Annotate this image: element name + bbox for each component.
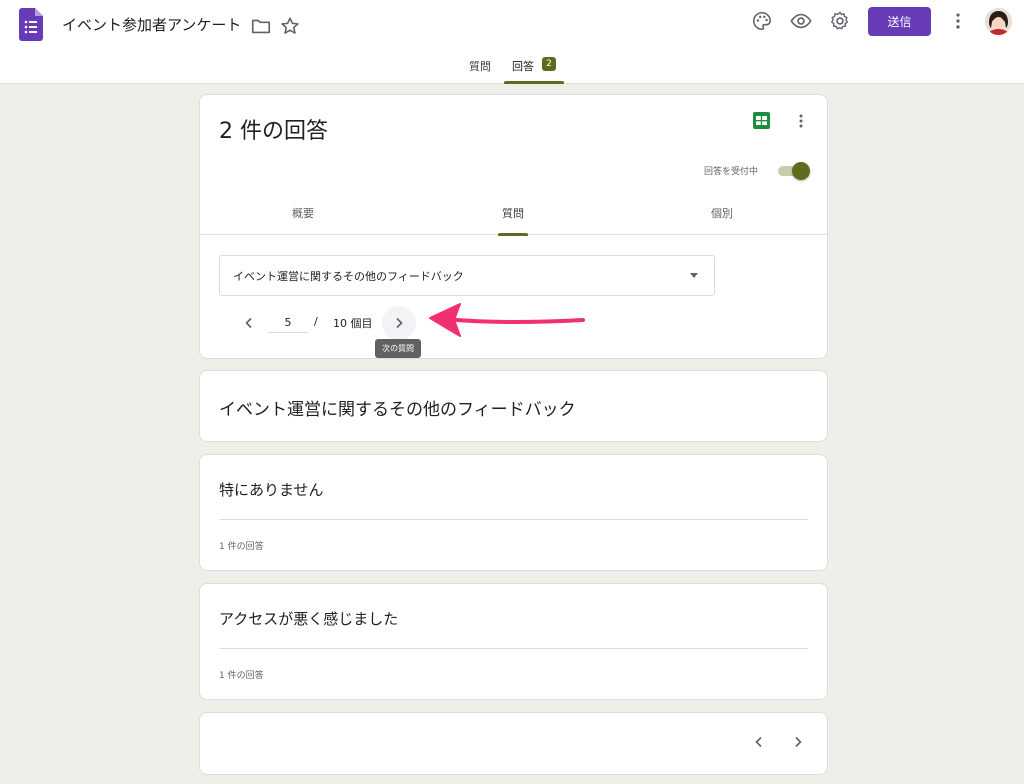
responses-count-title: 2 件の回答 — [219, 119, 328, 144]
tab-active-indicator — [504, 81, 564, 84]
answer-card: 特にありません 1 件の回答 — [199, 454, 828, 571]
tab-responses[interactable]: 回答 2 — [504, 57, 564, 84]
form-title[interactable]: イベント参加者アンケート — [62, 14, 241, 36]
more-vert-icon[interactable] — [792, 112, 810, 130]
next-question-button[interactable] — [781, 725, 815, 759]
tab-summary[interactable]: 概要 — [292, 205, 314, 235]
chevron-right-icon — [396, 317, 403, 329]
tab-responses-label: 回答 — [512, 60, 534, 73]
palette-icon[interactable] — [751, 10, 773, 32]
answer-card: アクセスが悪く感じました 1 件の回答 — [199, 583, 828, 700]
answer-count: 1 件の回答 — [219, 542, 264, 552]
tab-individual-label: 個別 — [711, 207, 733, 220]
folder-icon[interactable] — [250, 15, 272, 37]
tab-questions-label: 質問 — [469, 60, 491, 73]
send-button[interactable]: 送信 — [868, 7, 931, 36]
pager-total: 10 個目 — [333, 317, 373, 330]
more-vert-icon[interactable] — [947, 10, 969, 32]
question-select[interactable]: イベント運営に関するその他のフィードバック — [219, 255, 715, 296]
responses-summary-card: 2 件の回答 回答を受付中 概要 質問 個別 イベント運営に関するその他のフィー… — [199, 94, 828, 359]
accepting-responses-toggle[interactable] — [778, 162, 810, 180]
question-pager: / 10 個目 — [200, 303, 827, 343]
previous-question-button[interactable] — [742, 725, 776, 759]
accepting-responses-label: 回答を受付中 — [704, 167, 759, 177]
answer-text: アクセスが悪く感じました — [219, 610, 399, 628]
star-icon[interactable] — [279, 15, 301, 37]
chevron-right-icon — [795, 736, 802, 748]
question-number-input[interactable] — [268, 313, 308, 333]
tab-individual[interactable]: 個別 — [711, 205, 733, 235]
divider — [219, 648, 808, 649]
chevron-left-icon — [755, 736, 762, 748]
google-sheets-icon[interactable] — [753, 112, 770, 129]
response-view-tabs: 概要 質問 個別 — [200, 205, 827, 236]
tab-questions[interactable]: 質問 — [469, 58, 491, 84]
gear-icon[interactable] — [829, 10, 851, 32]
answer-text: 特にありません — [219, 481, 324, 499]
tab-question[interactable]: 質問 — [498, 205, 528, 236]
question-title-card: イベント運営に関するその他のフィードバック — [199, 370, 828, 442]
responses-count-badge: 2 — [542, 57, 556, 71]
eye-icon[interactable] — [790, 10, 812, 32]
caret-down-icon — [690, 273, 698, 278]
avatar[interactable] — [985, 8, 1012, 35]
previous-question-button[interactable] — [232, 306, 266, 340]
google-forms-icon[interactable] — [19, 8, 43, 41]
tab-summary-label: 概要 — [292, 207, 314, 220]
bottom-pager-card — [199, 712, 828, 775]
tab-active-indicator — [498, 233, 528, 236]
pager-separator: / — [314, 315, 318, 328]
answer-count: 1 件の回答 — [219, 671, 264, 681]
divider — [219, 519, 808, 520]
top-bar: イベント参加者アンケート 送信 質問 回答 2 — [0, 0, 1024, 84]
chevron-left-icon — [245, 317, 252, 329]
question-select-value: イベント運営に関するその他のフィードバック — [233, 270, 464, 283]
main-tabs: 質問 回答 2 — [0, 57, 1024, 84]
next-question-tooltip: 次の質問 — [375, 339, 421, 358]
next-question-button[interactable] — [382, 306, 416, 340]
toggle-knob — [792, 162, 810, 180]
tab-question-label: 質問 — [502, 207, 524, 220]
question-title: イベント運営に関するその他のフィードバック — [219, 400, 576, 420]
